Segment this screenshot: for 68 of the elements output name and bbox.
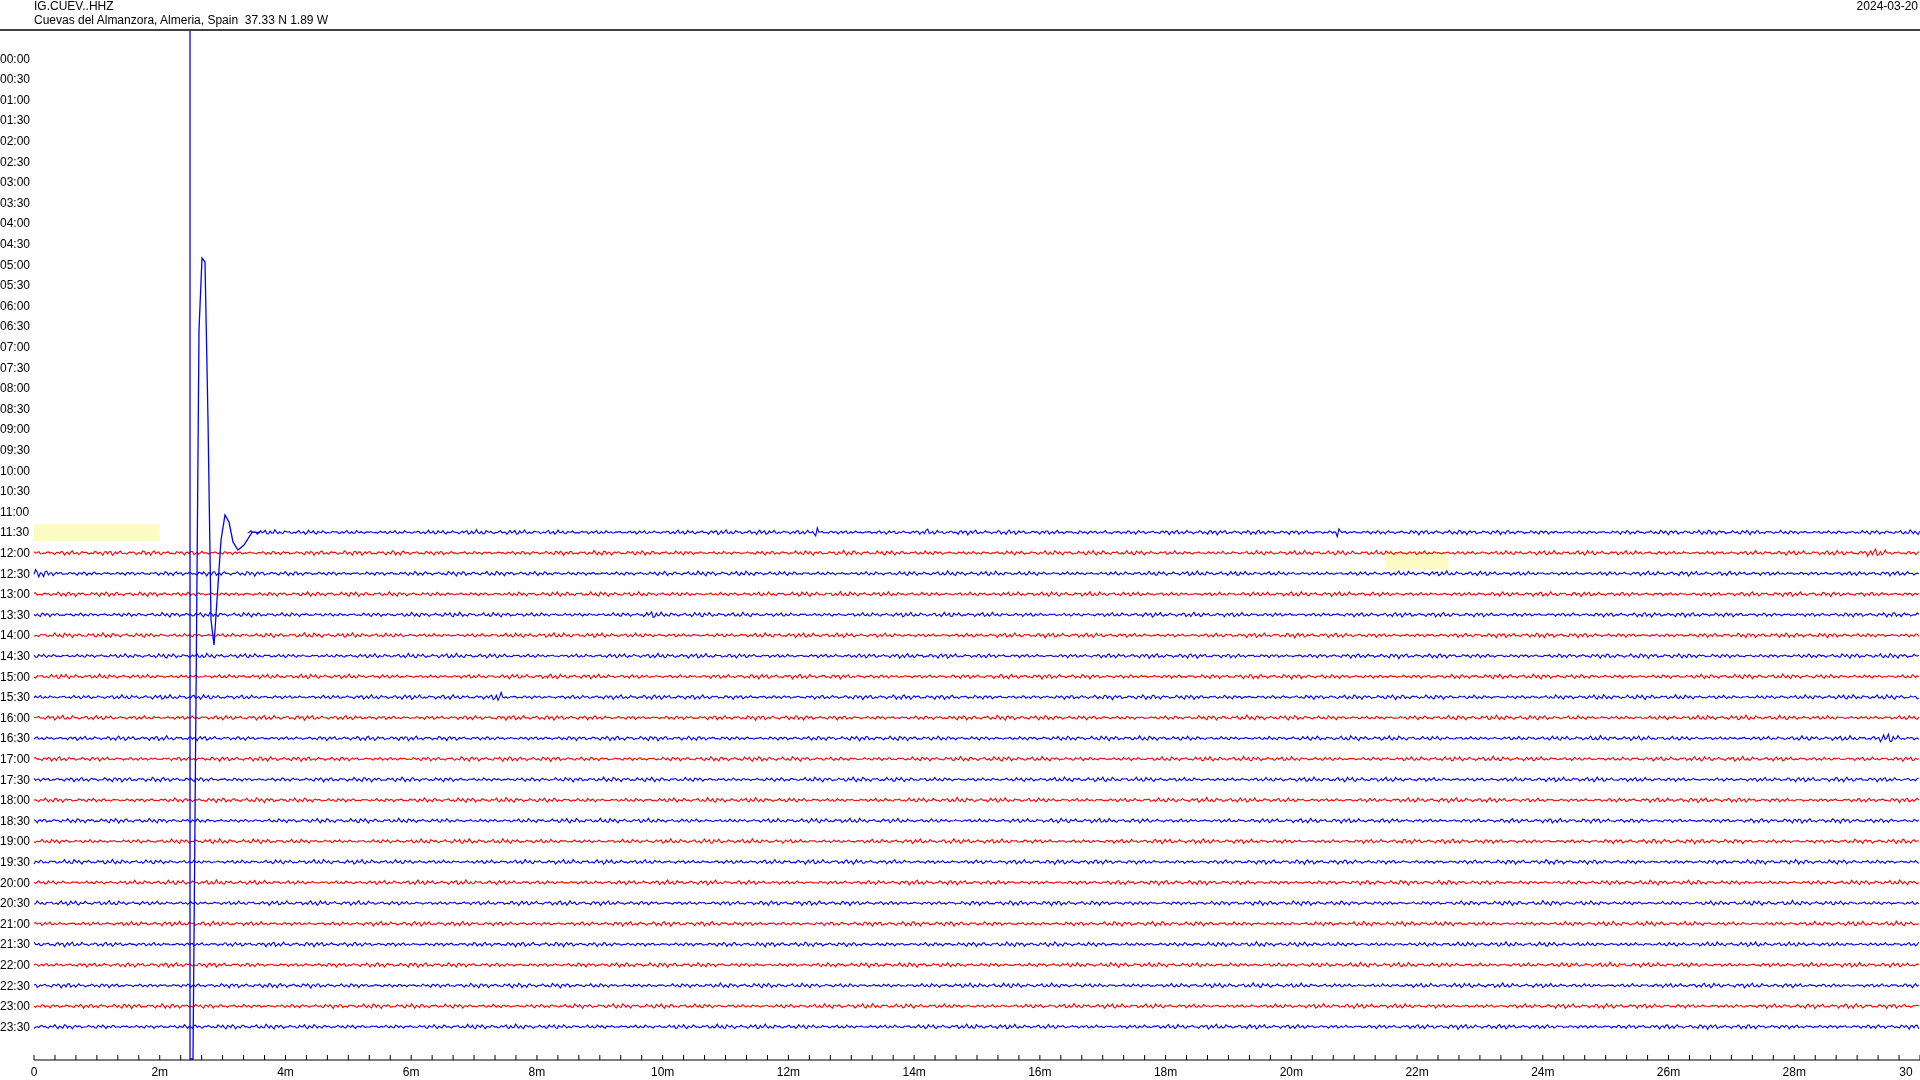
time-label: 04:00: [0, 216, 31, 231]
time-label: 11:30: [0, 525, 30, 540]
time-label: 06:30: [0, 319, 31, 334]
time-label: 08:30: [0, 401, 31, 416]
time-label: 21:30: [0, 937, 31, 952]
plot-date: 2024-03-20: [1856, 0, 1918, 13]
time-label: 13:00: [0, 587, 31, 602]
time-label: 10:00: [0, 463, 31, 478]
time-label: 19:30: [0, 854, 31, 869]
time-label: 18:30: [0, 813, 31, 828]
axis-label: 24m: [1531, 1065, 1555, 1079]
axis-label: 14m: [902, 1065, 926, 1079]
station-location: Cuevas del Almanzora, Almeria, Spain 37.33 N 1.89 W: [34, 13, 329, 27]
axis-label: 12m: [776, 1065, 801, 1079]
time-label: 20:00: [0, 875, 31, 890]
axis-label: 6m: [402, 1065, 420, 1079]
axis-label: 18m: [1153, 1065, 1178, 1079]
axis-label: 4m: [277, 1065, 294, 1079]
time-label: 13:30: [0, 607, 31, 622]
time-label: 15:30: [0, 690, 31, 705]
axis-label: 10m: [651, 1065, 675, 1079]
time-label: 14:00: [0, 628, 31, 643]
time-label: 18:00: [0, 793, 31, 808]
time-label: 21:00: [0, 916, 31, 931]
axis-label: 2m: [151, 1065, 169, 1079]
time-label: 05:30: [0, 278, 31, 293]
axis-label: 28m: [1782, 1065, 1806, 1079]
time-label: 00:30: [0, 72, 31, 87]
time-label: 00:00: [0, 51, 31, 66]
axis-label: 26m: [1656, 1065, 1681, 1079]
time-label: 06:00: [0, 298, 31, 313]
time-label: 05:00: [0, 257, 31, 272]
time-label: 22:00: [0, 957, 31, 972]
time-label: 01:00: [0, 92, 31, 107]
time-label: 01:30: [0, 113, 31, 128]
time-label: 12:00: [0, 545, 31, 560]
axis-label: 16m: [1028, 1065, 1052, 1079]
axis-label: 30: [1899, 1065, 1913, 1079]
time-label: 17:00: [0, 751, 31, 766]
time-label: 07:30: [0, 360, 31, 375]
time-label: 04:30: [0, 236, 31, 251]
time-label: 02:00: [0, 133, 31, 148]
time-label: 03:00: [0, 175, 31, 190]
axis-label: 0: [30, 1065, 38, 1079]
time-label: 22:30: [0, 978, 31, 993]
highlight-band: [1385, 551, 1449, 569]
time-label: 02:30: [0, 154, 31, 169]
time-label: 09:00: [0, 422, 31, 437]
time-label: 16:30: [0, 731, 31, 746]
time-label: 23:00: [0, 999, 31, 1014]
axis-label: 22m: [1405, 1065, 1429, 1079]
time-label: 19:00: [0, 834, 31, 849]
time-label: 11:00: [0, 504, 30, 519]
time-label: 07:00: [0, 339, 31, 354]
time-label: 17:30: [0, 772, 31, 787]
axis-label: 8m: [528, 1065, 546, 1079]
time-label: 14:30: [0, 648, 31, 663]
time-label: 09:30: [0, 442, 31, 457]
time-label: 23:30: [0, 1019, 31, 1034]
time-label: 12:30: [0, 566, 31, 581]
station-code: IG.CUEV..HHZ: [34, 0, 114, 13]
time-label: 08:00: [0, 381, 31, 396]
time-label: 16:00: [0, 710, 31, 725]
time-label: 03:30: [0, 195, 31, 210]
time-label: 10:30: [0, 484, 31, 499]
time-label: 15:00: [0, 669, 31, 684]
axis-label: 20m: [1279, 1065, 1303, 1079]
time-label: 20:30: [0, 896, 31, 911]
